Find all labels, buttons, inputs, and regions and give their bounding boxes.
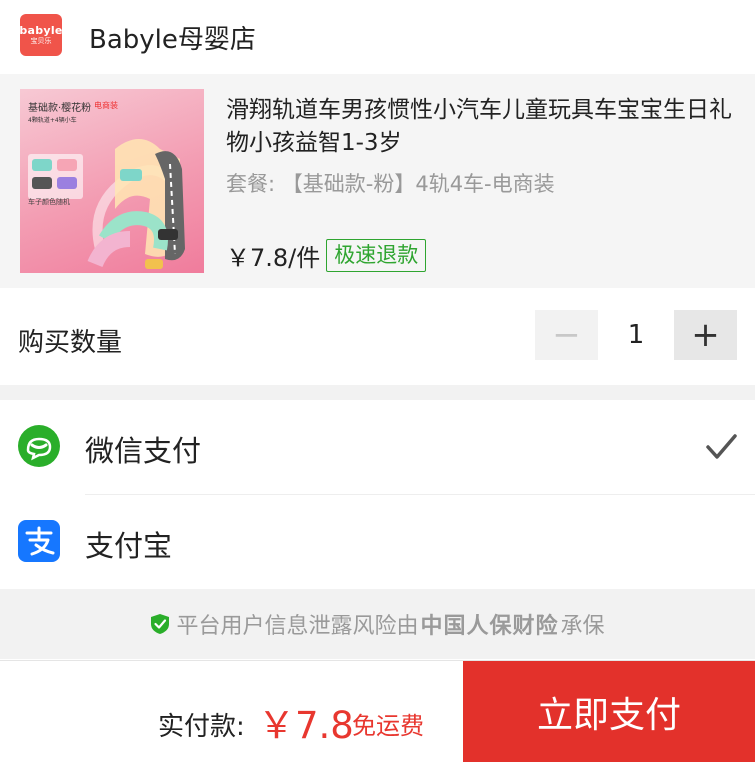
shop-logo-subtext: 宝贝乐 (30, 36, 52, 45)
payment-option-wechat[interactable]: 微信支付 (0, 400, 755, 494)
refund-badge: 极速退款 (326, 239, 427, 272)
quantity-row: 购买数量 − 1 + (0, 288, 755, 385)
insurance-brand: 中国人保财险 (420, 614, 559, 639)
checkout-bar: 实付款: ￥7.8 免运费 立即支付 (0, 660, 755, 762)
shop-logo-text: babyle (19, 23, 63, 37)
wechat-icon (18, 425, 60, 467)
insurance-notice: 平台用户信息泄露风险由 中国人保财险 承保 (0, 589, 755, 659)
checkmark-icon (706, 434, 737, 459)
shield-check-icon (151, 614, 170, 634)
quantity-increase-button[interactable]: + (674, 310, 737, 360)
product-spec: 套餐: 【基础款-粉】4轨4车-电商装 (226, 172, 555, 196)
insurance-text-before: 平台用户信息泄露风险由 (176, 614, 419, 639)
payment-option-alipay[interactable]: 支付宝 (0, 495, 755, 589)
quantity-decrease-button[interactable]: − (535, 310, 598, 360)
alipay-icon (18, 520, 60, 562)
unit-price: ￥7.8/件 (226, 244, 321, 272)
shop-logo[interactable]: babyle 宝贝乐 (19, 14, 63, 56)
shop-header: babyle 宝贝乐 Babyle母婴店 (0, 0, 755, 74)
product-title[interactable]: 滑翔轨道车男孩惯性小汽车儿童玩具车宝宝生日礼物小孩益智1-3岁 (226, 94, 741, 160)
free-shipping-label: 免运费 (352, 712, 424, 740)
price-row: ￥7.8/件 极速退款 (226, 238, 427, 273)
toy-track-illustration (28, 139, 185, 269)
insurance-text-after: 承保 (560, 614, 605, 639)
alipay-label: 支付宝 (85, 529, 173, 563)
total-label: 实付款: (158, 712, 245, 742)
shop-name[interactable]: Babyle母婴店 (89, 19, 256, 56)
product-image-note: 车子颜色随机 (28, 198, 70, 206)
total-amount: ￥7.8 (258, 704, 354, 747)
pay-now-button[interactable]: 立即支付 (463, 661, 755, 762)
quantity-input[interactable]: 1 (610, 310, 662, 360)
quantity-label: 购买数量 (18, 328, 123, 358)
product-image[interactable]: 基础款·樱花粉 电商装 4颗轨道+4辆小车 车子颜色随机 (20, 89, 204, 273)
wechat-pay-label: 微信支付 (85, 434, 202, 468)
section-divider (0, 385, 755, 400)
